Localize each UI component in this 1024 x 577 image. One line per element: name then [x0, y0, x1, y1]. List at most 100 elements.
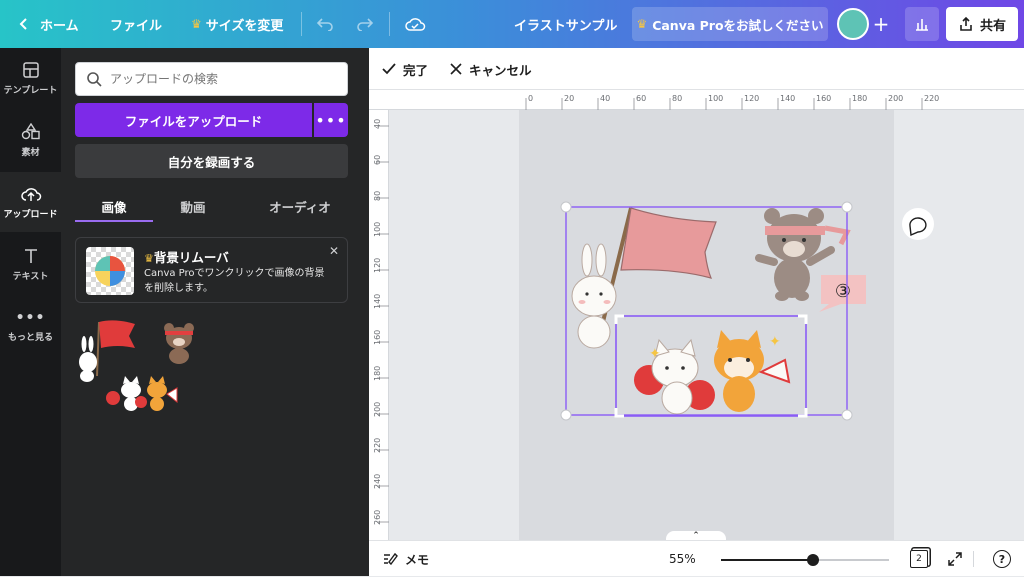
ruler-tick-label: 220	[924, 94, 939, 103]
plus-icon: +	[872, 12, 890, 36]
help-button[interactable]: ?	[993, 541, 1011, 577]
beach-ball-icon	[95, 256, 125, 286]
pages-icon: 2	[910, 550, 928, 568]
elements-icon	[21, 122, 40, 139]
tab-videos[interactable]: 動画	[153, 190, 233, 222]
divider	[301, 12, 302, 36]
page-count-button[interactable]: 2	[910, 541, 928, 577]
rail-item-more[interactable]: ••• もっと見る	[0, 296, 61, 356]
check-icon	[382, 63, 396, 75]
resize-handle[interactable]	[841, 409, 853, 421]
resize-button[interactable]: ♛ サイズを変更	[191, 0, 283, 48]
add-comment-button[interactable]	[902, 208, 934, 240]
fullscreen-button[interactable]	[947, 541, 963, 577]
ruler-tick-label: 40	[373, 119, 382, 129]
ruler-tick-label: 40	[600, 94, 610, 103]
more-dots-icon: •••	[315, 110, 347, 130]
background-remover-promo[interactable]: ♛背景リムーバ Canva Proでワンクリックで画像の背景を削除します。 ✕	[75, 237, 348, 303]
ruler-tick-label: 140	[373, 294, 382, 309]
rail-item-elements[interactable]: 素材	[0, 110, 61, 170]
ruler-tick-label: 180	[852, 94, 867, 103]
search-box[interactable]	[75, 62, 348, 96]
tab-label: オーディオ	[269, 199, 331, 215]
template-icon	[22, 61, 39, 78]
tab-images[interactable]: 画像	[75, 190, 153, 222]
zoom-slider[interactable]	[721, 554, 889, 566]
promo-description: Canva Proでワンクリックで画像の背景を削除します。	[144, 268, 325, 294]
rail-item-templates[interactable]: テンプレート	[0, 48, 61, 108]
search-input[interactable]	[110, 72, 330, 86]
active-tab-indicator	[75, 220, 153, 222]
upload-label: ファイルをアップロード	[124, 113, 263, 129]
ruler-ticks: 40 60 80 100 120 140 160 180 200 220 240 260	[373, 119, 389, 525]
done-label: 完了	[403, 62, 429, 78]
ruler-vertical: 40 60 80 100 120 140 160 180 200 220 240 260	[369, 110, 389, 540]
bottom-bar: メモ 55% 2 ?	[369, 540, 1024, 576]
tab-label: 動画	[180, 199, 206, 215]
zoom-slider-knob[interactable]	[807, 554, 820, 566]
file-menu-button[interactable]: ファイル	[110, 0, 162, 48]
annotation-number: ③	[835, 281, 851, 302]
resize-handle[interactable]	[560, 201, 572, 213]
canvas-area[interactable]: ③ ✦ ✦	[389, 110, 1024, 540]
promo-title: ♛背景リムーバ	[144, 247, 229, 266]
ruler-tick-label: 100	[708, 94, 723, 103]
ruler-tick-label: 200	[888, 94, 903, 103]
save-status-button[interactable]	[404, 0, 426, 48]
undo-button[interactable]	[316, 0, 334, 48]
zoom-slider-fill	[721, 559, 814, 561]
share-button[interactable]: 共有	[946, 7, 1018, 41]
ruler-tick-label: 0	[528, 94, 533, 103]
try-pro-button[interactable]: ♛ Canva Proをお試しください	[632, 7, 828, 41]
undo-icon	[316, 18, 333, 31]
ruler-ticks: 0 20 40 60 80 100 120 140 160 180 200 220	[525, 94, 939, 110]
home-button[interactable]: ホーム	[18, 0, 79, 48]
crown-icon: ♛	[144, 252, 154, 265]
pro-label: Canva Proをお試しください	[652, 17, 824, 33]
resize-handle[interactable]	[841, 201, 853, 213]
record-yourself-button[interactable]: 自分を録画する	[75, 144, 348, 178]
search-icon	[87, 72, 102, 87]
rail-item-uploads[interactable]: アップロード	[0, 172, 61, 232]
rail-label: テキスト	[12, 271, 49, 282]
ruler-horizontal: 0 20 40 60 80 100 120 140 160 180 200 220	[369, 90, 1024, 110]
cats-cheering-illustration[interactable]: ✦ ✦	[634, 330, 791, 415]
promo-title-text: 背景リムーバ	[153, 250, 229, 265]
avatar[interactable]	[837, 8, 869, 40]
add-member-button[interactable]: +	[868, 8, 894, 40]
insights-button[interactable]	[905, 7, 939, 41]
rabbit-flag-illustration[interactable]	[571, 207, 717, 349]
cancel-button[interactable]: キャンセル	[449, 48, 532, 90]
document-title[interactable]: イラストサンプル	[514, 0, 617, 48]
redo-button[interactable]	[356, 0, 374, 48]
upload-file-button[interactable]: ファイルをアップロード	[75, 103, 312, 137]
redo-icon	[357, 18, 374, 31]
done-button[interactable]: 完了	[381, 48, 428, 90]
uploaded-image-cats[interactable]	[103, 372, 181, 414]
rail-item-text[interactable]: テキスト	[0, 234, 61, 294]
notes-button[interactable]: メモ	[383, 541, 429, 577]
upload-options-button[interactable]: •••	[314, 103, 348, 137]
divider	[973, 551, 974, 567]
crown-icon: ♛	[636, 17, 648, 31]
more-dots-icon: •••	[15, 309, 46, 326]
title-text: イラストサンプル	[514, 18, 618, 34]
ruler-tick-label: 80	[373, 191, 382, 201]
ruler-tick-label: 220	[373, 438, 382, 453]
bar-chart-icon	[916, 19, 928, 31]
annotation-callout[interactable]: ③	[819, 275, 866, 312]
close-icon[interactable]: ✕	[329, 244, 339, 258]
ruler-tick-label: 140	[780, 94, 795, 103]
zoom-percentage[interactable]: 55%	[669, 541, 696, 577]
uploaded-image-bear[interactable]	[157, 318, 203, 364]
home-label: ホーム	[40, 18, 79, 34]
top-bar: ホーム ファイル ♛ サイズを変更 イラストサンプル ♛ Canva Proをお…	[0, 0, 1024, 48]
divider	[389, 12, 390, 36]
ruler-tick-label: 100	[373, 222, 382, 237]
tab-audio[interactable]: オーディオ	[245, 190, 355, 222]
uploads-panel: ファイルをアップロード ••• 自分を録画する 画像 動画 オーディオ ♛背景リ…	[61, 48, 369, 576]
expand-icon	[948, 552, 962, 566]
resize-handle[interactable]	[560, 409, 572, 421]
ruler-tick-label: 260	[373, 510, 382, 525]
crown-icon: ♛	[191, 17, 202, 31]
